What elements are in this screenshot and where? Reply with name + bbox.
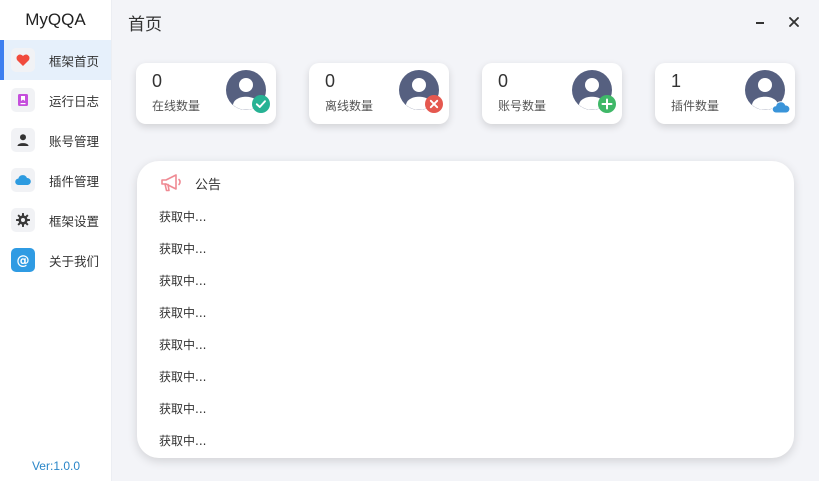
stat-card-offline: 0 离线数量 — [309, 63, 449, 124]
stat-value: 0 — [325, 71, 336, 91]
close-button[interactable] — [784, 12, 804, 32]
at-icon: @ — [11, 248, 35, 272]
svg-text:@: @ — [17, 254, 30, 269]
minimize-icon — [756, 22, 764, 24]
plus-icon — [598, 95, 616, 113]
sidebar-item-settings[interactable]: 框架设置 — [0, 200, 111, 240]
megaphone-icon — [161, 174, 181, 192]
notice-panel: 公告 获取中... 获取中... 获取中... 获取中... 获取中... 获取… — [137, 161, 794, 458]
sidebar-item-accounts[interactable]: 账号管理 — [0, 120, 111, 160]
stat-label: 离线数量 — [325, 99, 374, 113]
sidebar-item-home[interactable]: 框架首页 — [0, 40, 111, 80]
heart-icon — [11, 48, 35, 72]
list-item: 获取中... — [159, 210, 207, 224]
app-title: MyQQA — [25, 10, 86, 29]
list-item: 获取中... — [159, 402, 207, 416]
list-item: 获取中... — [159, 274, 207, 288]
close-icon — [789, 17, 799, 27]
stat-value: 0 — [152, 71, 163, 91]
sidebar: MyQQA 框架首页 运行日志 账号管理 插件管理 框架设置 @ 关于我们 Ve… — [0, 0, 112, 481]
stat-label: 账号数量 — [498, 99, 547, 113]
page-title: 首页 — [128, 15, 162, 35]
stat-value: 0 — [498, 71, 509, 91]
version-label: Ver:1.0.0 — [31, 459, 81, 473]
minimize-button[interactable] — [750, 12, 770, 32]
notice-list: 获取中... 获取中... 获取中... 获取中... 获取中... 获取中..… — [159, 208, 206, 464]
sidebar-item-label: 框架首页 — [49, 53, 100, 69]
stat-label: 在线数量 — [152, 99, 201, 113]
notice-header: 公告 — [159, 173, 221, 193]
stat-value: 1 — [671, 71, 682, 91]
cloud-icon — [11, 168, 35, 192]
x-icon — [425, 95, 443, 113]
check-icon — [252, 95, 270, 113]
sidebar-item-label: 账号管理 — [49, 133, 100, 149]
sidebar-item-plugins[interactable]: 插件管理 — [0, 160, 111, 200]
stat-card-plugins: 1 插件数量 — [655, 63, 795, 124]
sidebar-item-about[interactable]: @ 关于我们 — [0, 240, 111, 280]
list-item: 获取中... — [159, 434, 207, 448]
list-item: 获取中... — [159, 306, 207, 320]
sidebar-item-label: 框架设置 — [49, 213, 100, 229]
list-item: 获取中... — [159, 370, 207, 384]
list-item: 获取中... — [159, 338, 207, 352]
gear-icon — [11, 208, 35, 232]
list-item: 获取中... — [159, 242, 207, 256]
sidebar-nav: 框架首页 运行日志 账号管理 插件管理 框架设置 @ 关于我们 — [0, 40, 111, 280]
stat-label: 插件数量 — [671, 99, 720, 113]
sidebar-item-label: 关于我们 — [49, 253, 100, 269]
cloud-icon — [771, 101, 791, 114]
stat-card-accounts: 0 账号数量 — [482, 63, 622, 124]
sidebar-item-label: 运行日志 — [49, 93, 100, 109]
user-icon — [11, 128, 35, 152]
sidebar-item-logs[interactable]: 运行日志 — [0, 80, 111, 120]
stat-card-online: 0 在线数量 — [136, 63, 276, 124]
bookmark-icon — [11, 88, 35, 112]
notice-title: 公告 — [195, 177, 222, 193]
sidebar-item-label: 插件管理 — [49, 173, 100, 189]
